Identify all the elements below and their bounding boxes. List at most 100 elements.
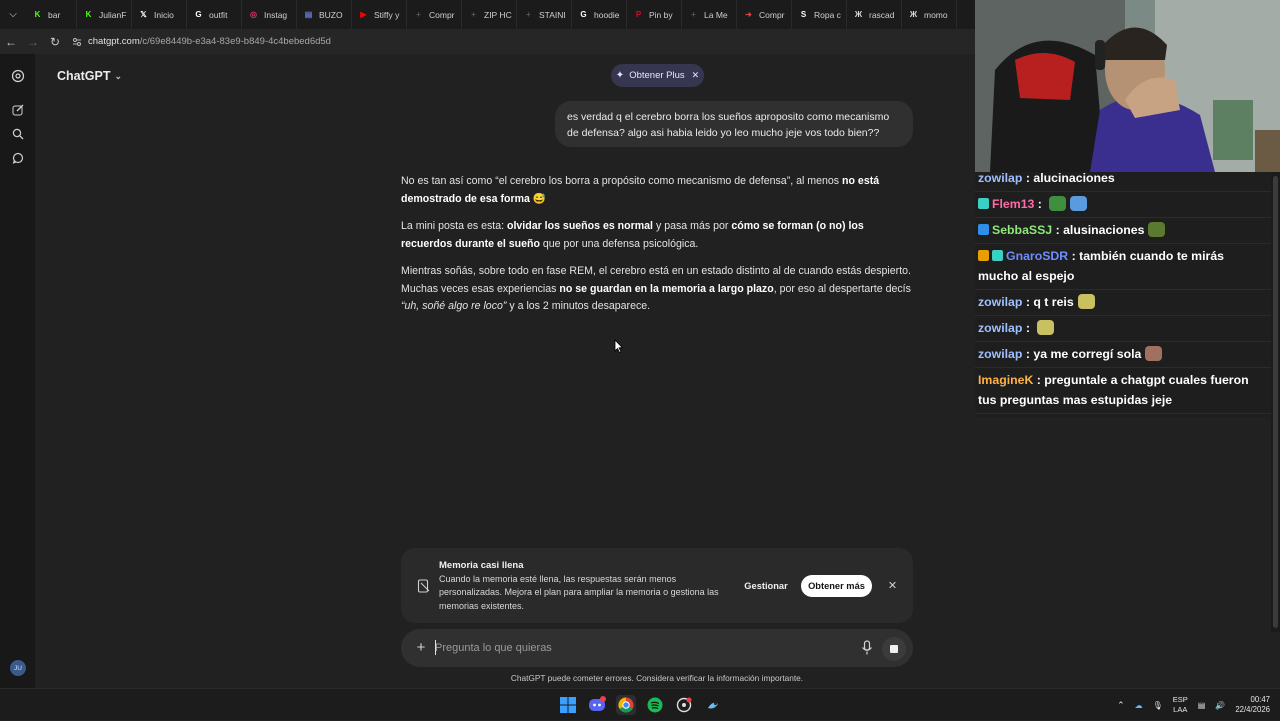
- text-span: que por una defensa psicológica.: [539, 237, 699, 250]
- browser-tab[interactable]: Goutfit: [187, 0, 242, 29]
- browser-tab[interactable]: ➜ Compr: [737, 0, 792, 29]
- chat-text: q t reis: [1033, 295, 1074, 309]
- pipe-icon: Ж: [909, 10, 918, 19]
- browser-tab[interactable]: Ghoodie: [572, 0, 627, 29]
- chat-separator: :: [1068, 249, 1080, 263]
- chat-username[interactable]: zowilap: [978, 172, 1022, 185]
- plus-icon: +: [416, 10, 421, 19]
- browser-tab[interactable]: ▶ Stiffy y: [352, 0, 407, 29]
- user-avatar[interactable]: JU: [10, 660, 26, 676]
- stop-icon: [890, 645, 898, 653]
- chat-username[interactable]: GnaroSDR: [1006, 249, 1068, 263]
- browser-tab[interactable]: 𝕏 Inicio: [132, 0, 187, 29]
- browser-tab[interactable]: S Ropa c: [792, 0, 847, 29]
- chat-username[interactable]: zowilap: [978, 347, 1022, 361]
- browser-tab[interactable]: + Compr: [407, 0, 462, 29]
- chat-username[interactable]: zowilap: [978, 321, 1022, 335]
- app-icon[interactable]: [674, 695, 694, 715]
- plus-icon: +: [526, 10, 531, 19]
- chrome-icon[interactable]: [616, 695, 636, 715]
- browser-tab-label: Stiffy y: [374, 9, 400, 20]
- browser-tab[interactable]: + STAINI: [517, 0, 572, 29]
- url-field[interactable]: chatgpt.com/c/69e8449b-e3a4-83e9-b849-4c…: [72, 36, 331, 47]
- forward-arrow-icon[interactable]: →: [22, 29, 44, 54]
- steam-icon[interactable]: [703, 695, 723, 715]
- system-tray: ⌃ ☁ 🎙 ESP LAA ▤ 🔊 00:47 22/4/2026: [1117, 689, 1280, 721]
- browser-tab-label: La Me: [704, 9, 728, 20]
- assistant-paragraph: La mini posta es esta: olvidar los sueño…: [401, 218, 916, 253]
- chat-scrollbar[interactable]: [1271, 172, 1280, 632]
- spotify-icon[interactable]: [645, 695, 665, 715]
- browser-tab-label: Compr: [429, 9, 455, 20]
- network-icon[interactable]: ▤: [1198, 701, 1206, 710]
- chat-username[interactable]: Flem13: [992, 197, 1034, 211]
- windows-start-icon[interactable]: [558, 695, 578, 715]
- text-span: y a los 2 minutos desaparece.: [506, 300, 651, 312]
- user-message-bubble: es verdad q el cerebro borra los sueños …: [555, 101, 913, 147]
- browser-tab[interactable]: K JulianF: [77, 0, 132, 29]
- microphone-icon[interactable]: [860, 640, 874, 656]
- stop-button[interactable]: [882, 637, 906, 661]
- site-info-icon[interactable]: [72, 37, 82, 47]
- get-more-button[interactable]: Obtener más: [801, 575, 872, 597]
- notice-title: Memoria casi llena: [439, 560, 524, 571]
- arrow-icon: ➜: [745, 10, 752, 19]
- sweat-smile-emoji: 😅: [532, 192, 547, 205]
- back-arrow-icon[interactable]: ←: [0, 29, 22, 54]
- chat-username[interactable]: zowilap: [978, 295, 1022, 309]
- x-icon: 𝕏: [140, 10, 147, 19]
- discord-icon[interactable]: [587, 695, 607, 715]
- chat-message: zowilap : si obvio: [975, 414, 1271, 417]
- browser-tab-label: STAINI: [539, 9, 566, 20]
- browser-tab[interactable]: Kbar: [26, 0, 77, 29]
- language-indicator[interactable]: ESP LAA: [1173, 695, 1188, 715]
- volume-icon[interactable]: 🔊: [1215, 701, 1225, 710]
- prompt-input[interactable]: [435, 640, 855, 656]
- chat-bubble-icon[interactable]: [10, 150, 25, 165]
- get-plus-button[interactable]: ✦ Obtener Plus ✕: [611, 64, 704, 87]
- browser-tab[interactable]: ▤ BUZO: [297, 0, 352, 29]
- search-icon[interactable]: [10, 126, 25, 141]
- address-bar: ← → ↻ chatgpt.com/c/69e8449b-e3a4-83e9-b…: [0, 29, 975, 54]
- chat-separator: :: [1022, 172, 1034, 185]
- chat-emote-icon: [1077, 294, 1095, 309]
- chat-separator: :: [1034, 197, 1046, 211]
- chat-message: ImagineK : preguntale a chatgpt cuales f…: [975, 368, 1271, 414]
- onedrive-icon[interactable]: ☁: [1135, 701, 1143, 710]
- chat-emote-icon: [1148, 222, 1166, 237]
- browser-tab[interactable]: + La Me: [682, 0, 737, 29]
- browser-tab[interactable]: Жmomo: [902, 0, 957, 29]
- manage-button[interactable]: Gestionar: [739, 575, 793, 597]
- tab-search-chevron-icon[interactable]: ⌵: [0, 0, 26, 29]
- close-icon[interactable]: ✕: [692, 70, 700, 81]
- chevron-down-icon: ⌄: [114, 70, 123, 81]
- plus-icon[interactable]: +: [413, 639, 429, 656]
- browser-tab[interactable]: Жrascad: [847, 0, 902, 29]
- browser-tab-label: bar: [48, 9, 61, 20]
- chat-message: zowilap : ya me corregí sola: [975, 342, 1271, 368]
- chevron-up-icon[interactable]: ⌃: [1117, 700, 1125, 711]
- close-icon[interactable]: ✕: [885, 578, 900, 593]
- new-chat-icon[interactable]: [10, 102, 25, 117]
- browser-tab[interactable]: P Pin by: [627, 0, 682, 29]
- chat-separator: :: [1033, 373, 1045, 387]
- chat-badge-icon: [992, 250, 1003, 261]
- chat-username[interactable]: SebbaSSJ: [992, 223, 1052, 237]
- clock[interactable]: 00:47 22/4/2026: [1235, 695, 1270, 715]
- openai-logo-icon[interactable]: [10, 68, 25, 83]
- microphone-icon[interactable]: 🎙: [1153, 701, 1163, 710]
- text-span: y pasa más por: [653, 220, 732, 232]
- assistant-paragraph: Mientras soñás, sobre todo en fase REM, …: [401, 263, 916, 316]
- browser-tab[interactable]: ◎ Instag: [242, 0, 297, 29]
- browser-tab[interactable]: + ZIP HC: [462, 0, 517, 29]
- chat-emote-icon: [1145, 346, 1163, 361]
- plus-icon: +: [471, 10, 476, 19]
- language-code: ESP: [1172, 695, 1188, 704]
- reload-icon[interactable]: ↻: [44, 29, 66, 54]
- memory-full-notice: Memoria casi llena Cuando la memoria est…: [401, 548, 913, 623]
- italic-span: “uh, soñé algo re loco”: [401, 300, 507, 312]
- chat-username[interactable]: ImagineK: [978, 373, 1033, 387]
- scrollbar-thumb[interactable]: [1273, 176, 1278, 628]
- model-selector[interactable]: ChatGPT ⌄: [57, 69, 122, 83]
- sidebar: JU: [0, 54, 35, 688]
